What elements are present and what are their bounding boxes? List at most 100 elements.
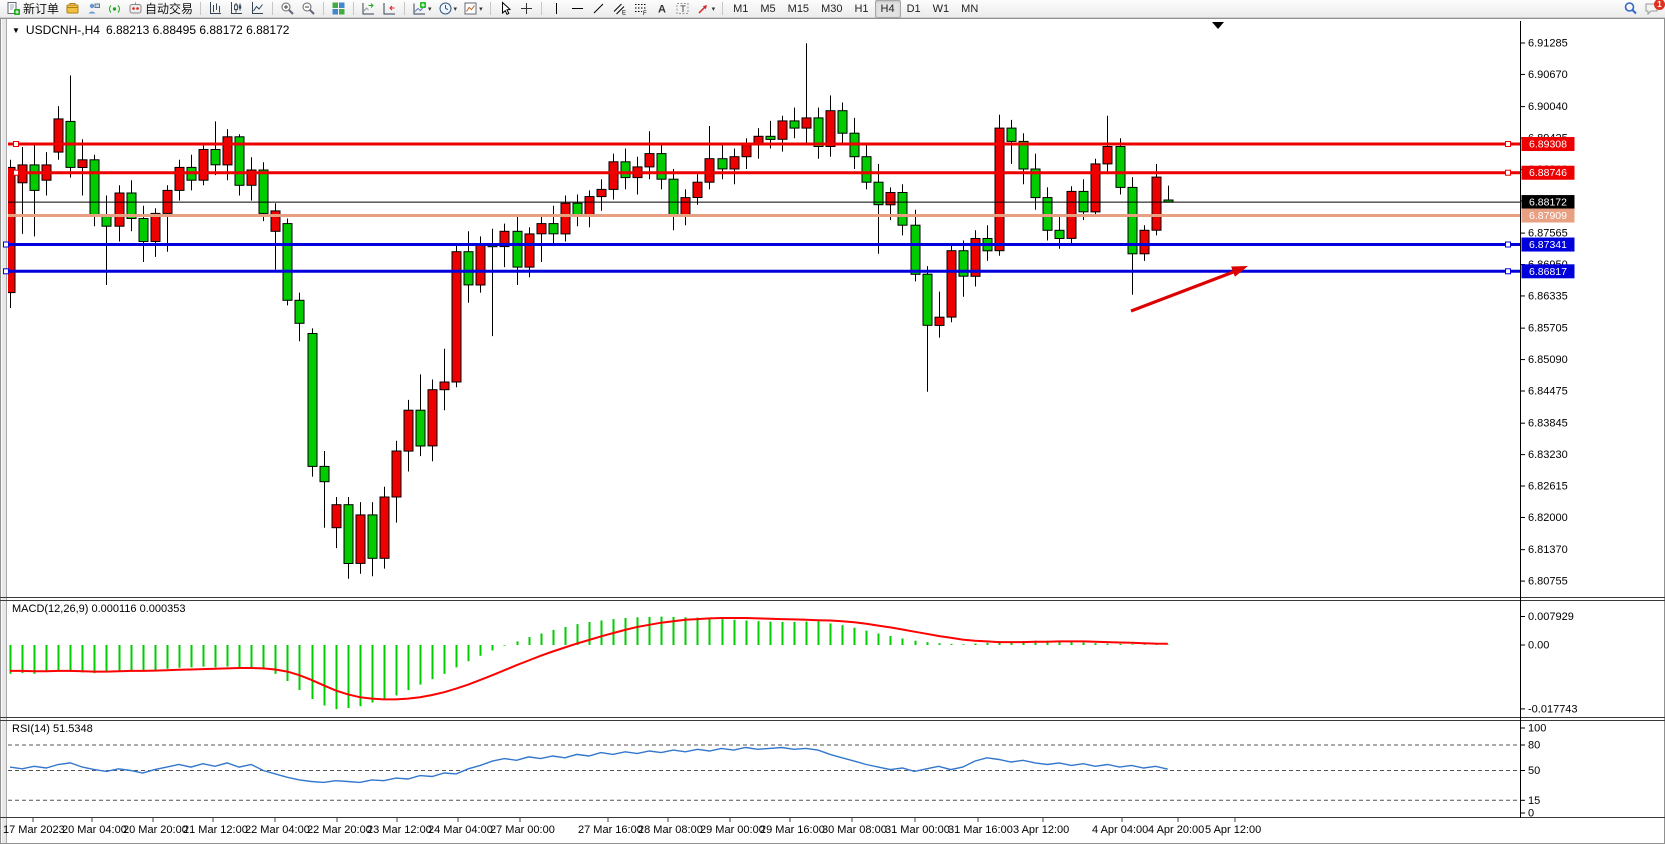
text-label-button[interactable]: T bbox=[672, 0, 693, 18]
price-tag-6.88172: 6.88172 bbox=[1522, 195, 1575, 209]
search-button[interactable] bbox=[1620, 0, 1641, 18]
fibonacci-icon: F bbox=[633, 1, 648, 16]
timeframe-button-M15[interactable]: M15 bbox=[782, 0, 815, 18]
indicators-button[interactable]: ▾ bbox=[409, 0, 435, 18]
new-order-button[interactable]: 新订单 bbox=[3, 0, 62, 18]
timeframe-button-D1[interactable]: D1 bbox=[901, 0, 927, 18]
toolbar-button-label: 新订单 bbox=[23, 0, 59, 17]
svg-text:24 Mar 04:00: 24 Mar 04:00 bbox=[428, 824, 493, 836]
svg-text:T: T bbox=[680, 4, 686, 14]
svg-text:6.88172: 6.88172 bbox=[1529, 197, 1567, 209]
price-tag-6.87909: 6.87909 bbox=[1522, 209, 1575, 223]
trendline-button[interactable] bbox=[588, 0, 609, 18]
toolbar-separator bbox=[272, 2, 273, 15]
periods-button[interactable]: ▾ bbox=[435, 0, 461, 18]
svg-text:6.87909: 6.87909 bbox=[1529, 210, 1567, 222]
timeframe-button-MN[interactable]: MN bbox=[955, 0, 984, 18]
notifications-button[interactable]: 1 bbox=[1641, 0, 1662, 18]
price-tag-6.89308: 6.89308 bbox=[1522, 137, 1575, 151]
chart-shift-button[interactable] bbox=[379, 0, 400, 18]
user-terminal-icon bbox=[86, 1, 101, 16]
crosshair-button[interactable] bbox=[516, 0, 537, 18]
line-handle[interactable] bbox=[14, 142, 19, 147]
package-icon bbox=[65, 1, 80, 16]
cursor-icon bbox=[498, 1, 513, 16]
svg-text:17 Mar 2023: 17 Mar 2023 bbox=[3, 824, 65, 836]
label-icon: T bbox=[675, 1, 690, 16]
text-button[interactable]: A bbox=[651, 0, 672, 18]
toolbar-separator bbox=[490, 2, 491, 15]
auto-scroll-button[interactable] bbox=[358, 0, 379, 18]
chevron-down-icon: ▾ bbox=[479, 5, 483, 13]
timeframe-button-M1[interactable]: M1 bbox=[727, 0, 754, 18]
chart-symbol-period: USDCNH-,H4 bbox=[26, 23, 100, 37]
arrows-icon bbox=[696, 1, 711, 16]
line-handle[interactable] bbox=[1506, 242, 1511, 247]
toolbar-separator bbox=[404, 2, 405, 15]
vertical-line-button[interactable] bbox=[546, 0, 567, 18]
svg-text:50: 50 bbox=[1528, 765, 1540, 777]
zoom-out-button[interactable] bbox=[298, 0, 319, 18]
candlestick-chart-button[interactable] bbox=[226, 0, 247, 18]
timeframe-button-H1[interactable]: H1 bbox=[848, 0, 874, 18]
fibonacci-button[interactable]: F bbox=[630, 0, 651, 18]
line-handle[interactable] bbox=[1506, 142, 1511, 147]
clock-icon bbox=[438, 1, 453, 16]
svg-text:6.81370: 6.81370 bbox=[1528, 544, 1568, 556]
bars-chart-button[interactable] bbox=[205, 0, 226, 18]
arrows-button[interactable]: ▾ bbox=[693, 0, 719, 18]
zoom-in-button[interactable] bbox=[277, 0, 298, 18]
svg-text:29 Mar 00:00: 29 Mar 00:00 bbox=[700, 824, 765, 836]
line-chart-button[interactable] bbox=[247, 0, 268, 18]
tile-windows-icon bbox=[331, 1, 346, 16]
svg-text:27 Mar 00:00: 27 Mar 00:00 bbox=[490, 824, 555, 836]
timeframe-button-M5[interactable]: M5 bbox=[754, 0, 781, 18]
svg-text:-0.017743: -0.017743 bbox=[1528, 703, 1578, 715]
line-handle[interactable] bbox=[4, 269, 9, 274]
svg-text:31 Mar 00:00: 31 Mar 00:00 bbox=[885, 824, 950, 836]
auto-scroll-icon bbox=[361, 1, 376, 16]
svg-text:6.89308: 6.89308 bbox=[1529, 139, 1567, 151]
package-button[interactable] bbox=[62, 0, 83, 18]
line-handle[interactable] bbox=[4, 242, 9, 247]
templates-button[interactable]: ▾ bbox=[460, 0, 486, 18]
toolbar-separator bbox=[722, 2, 723, 15]
line-handle[interactable] bbox=[1506, 170, 1511, 175]
svg-text:6.85705: 6.85705 bbox=[1528, 323, 1568, 335]
svg-text:6.90040: 6.90040 bbox=[1528, 101, 1568, 113]
svg-text:3 Apr 12:00: 3 Apr 12:00 bbox=[1013, 824, 1069, 836]
add-indicator-icon bbox=[412, 1, 427, 16]
chevron-down-icon: ▾ bbox=[454, 5, 458, 13]
svg-text:23 Mar 12:00: 23 Mar 12:00 bbox=[367, 824, 432, 836]
timeframe-button-H4[interactable]: H4 bbox=[875, 0, 901, 18]
signals-button[interactable] bbox=[104, 0, 125, 18]
line-handle[interactable] bbox=[1506, 269, 1511, 274]
search-icon bbox=[1623, 1, 1638, 16]
text-icon: A bbox=[654, 1, 669, 16]
svg-text:A: A bbox=[658, 4, 666, 16]
equidistant-channel-button[interactable]: E bbox=[609, 0, 630, 18]
tile-windows-button[interactable] bbox=[328, 0, 349, 18]
rsi-indicator-label: RSI(14) 51.5348 bbox=[12, 723, 93, 735]
autotrade-icon bbox=[128, 1, 143, 16]
new-order-icon bbox=[6, 1, 21, 16]
svg-text:F: F bbox=[643, 11, 647, 16]
chart-canvas[interactable]: 6.912856.906706.900406.894256.888106.881… bbox=[0, 0, 1665, 844]
cursor-button[interactable] bbox=[495, 0, 516, 18]
chart-expander-icon[interactable]: ▼ bbox=[12, 26, 20, 35]
user-terminal-button[interactable] bbox=[83, 0, 104, 18]
timeframe-button-W1[interactable]: W1 bbox=[927, 0, 956, 18]
timeframe-button-M30[interactable]: M30 bbox=[815, 0, 848, 18]
candles-chart-icon bbox=[229, 1, 244, 16]
svg-text:28 Mar 08:00: 28 Mar 08:00 bbox=[638, 824, 703, 836]
mt4-window: 新订单 自动交易 ▾ ▾ ▾ E F A T ▾ M1M5M15M30H1H4D1W1MN 1 6.9… bbox=[0, 0, 1665, 844]
toolbar-button-label: 自动交易 bbox=[145, 0, 193, 17]
horizontal-line-button[interactable] bbox=[567, 0, 588, 18]
svg-text:0: 0 bbox=[1528, 808, 1534, 820]
svg-text:29 Mar 16:00: 29 Mar 16:00 bbox=[760, 824, 825, 836]
toolbar-separator bbox=[323, 2, 324, 15]
svg-text:6.82615: 6.82615 bbox=[1528, 481, 1568, 493]
autotrading-button[interactable]: 自动交易 bbox=[125, 0, 196, 18]
line-handle[interactable] bbox=[14, 170, 19, 175]
template-icon bbox=[463, 1, 478, 16]
